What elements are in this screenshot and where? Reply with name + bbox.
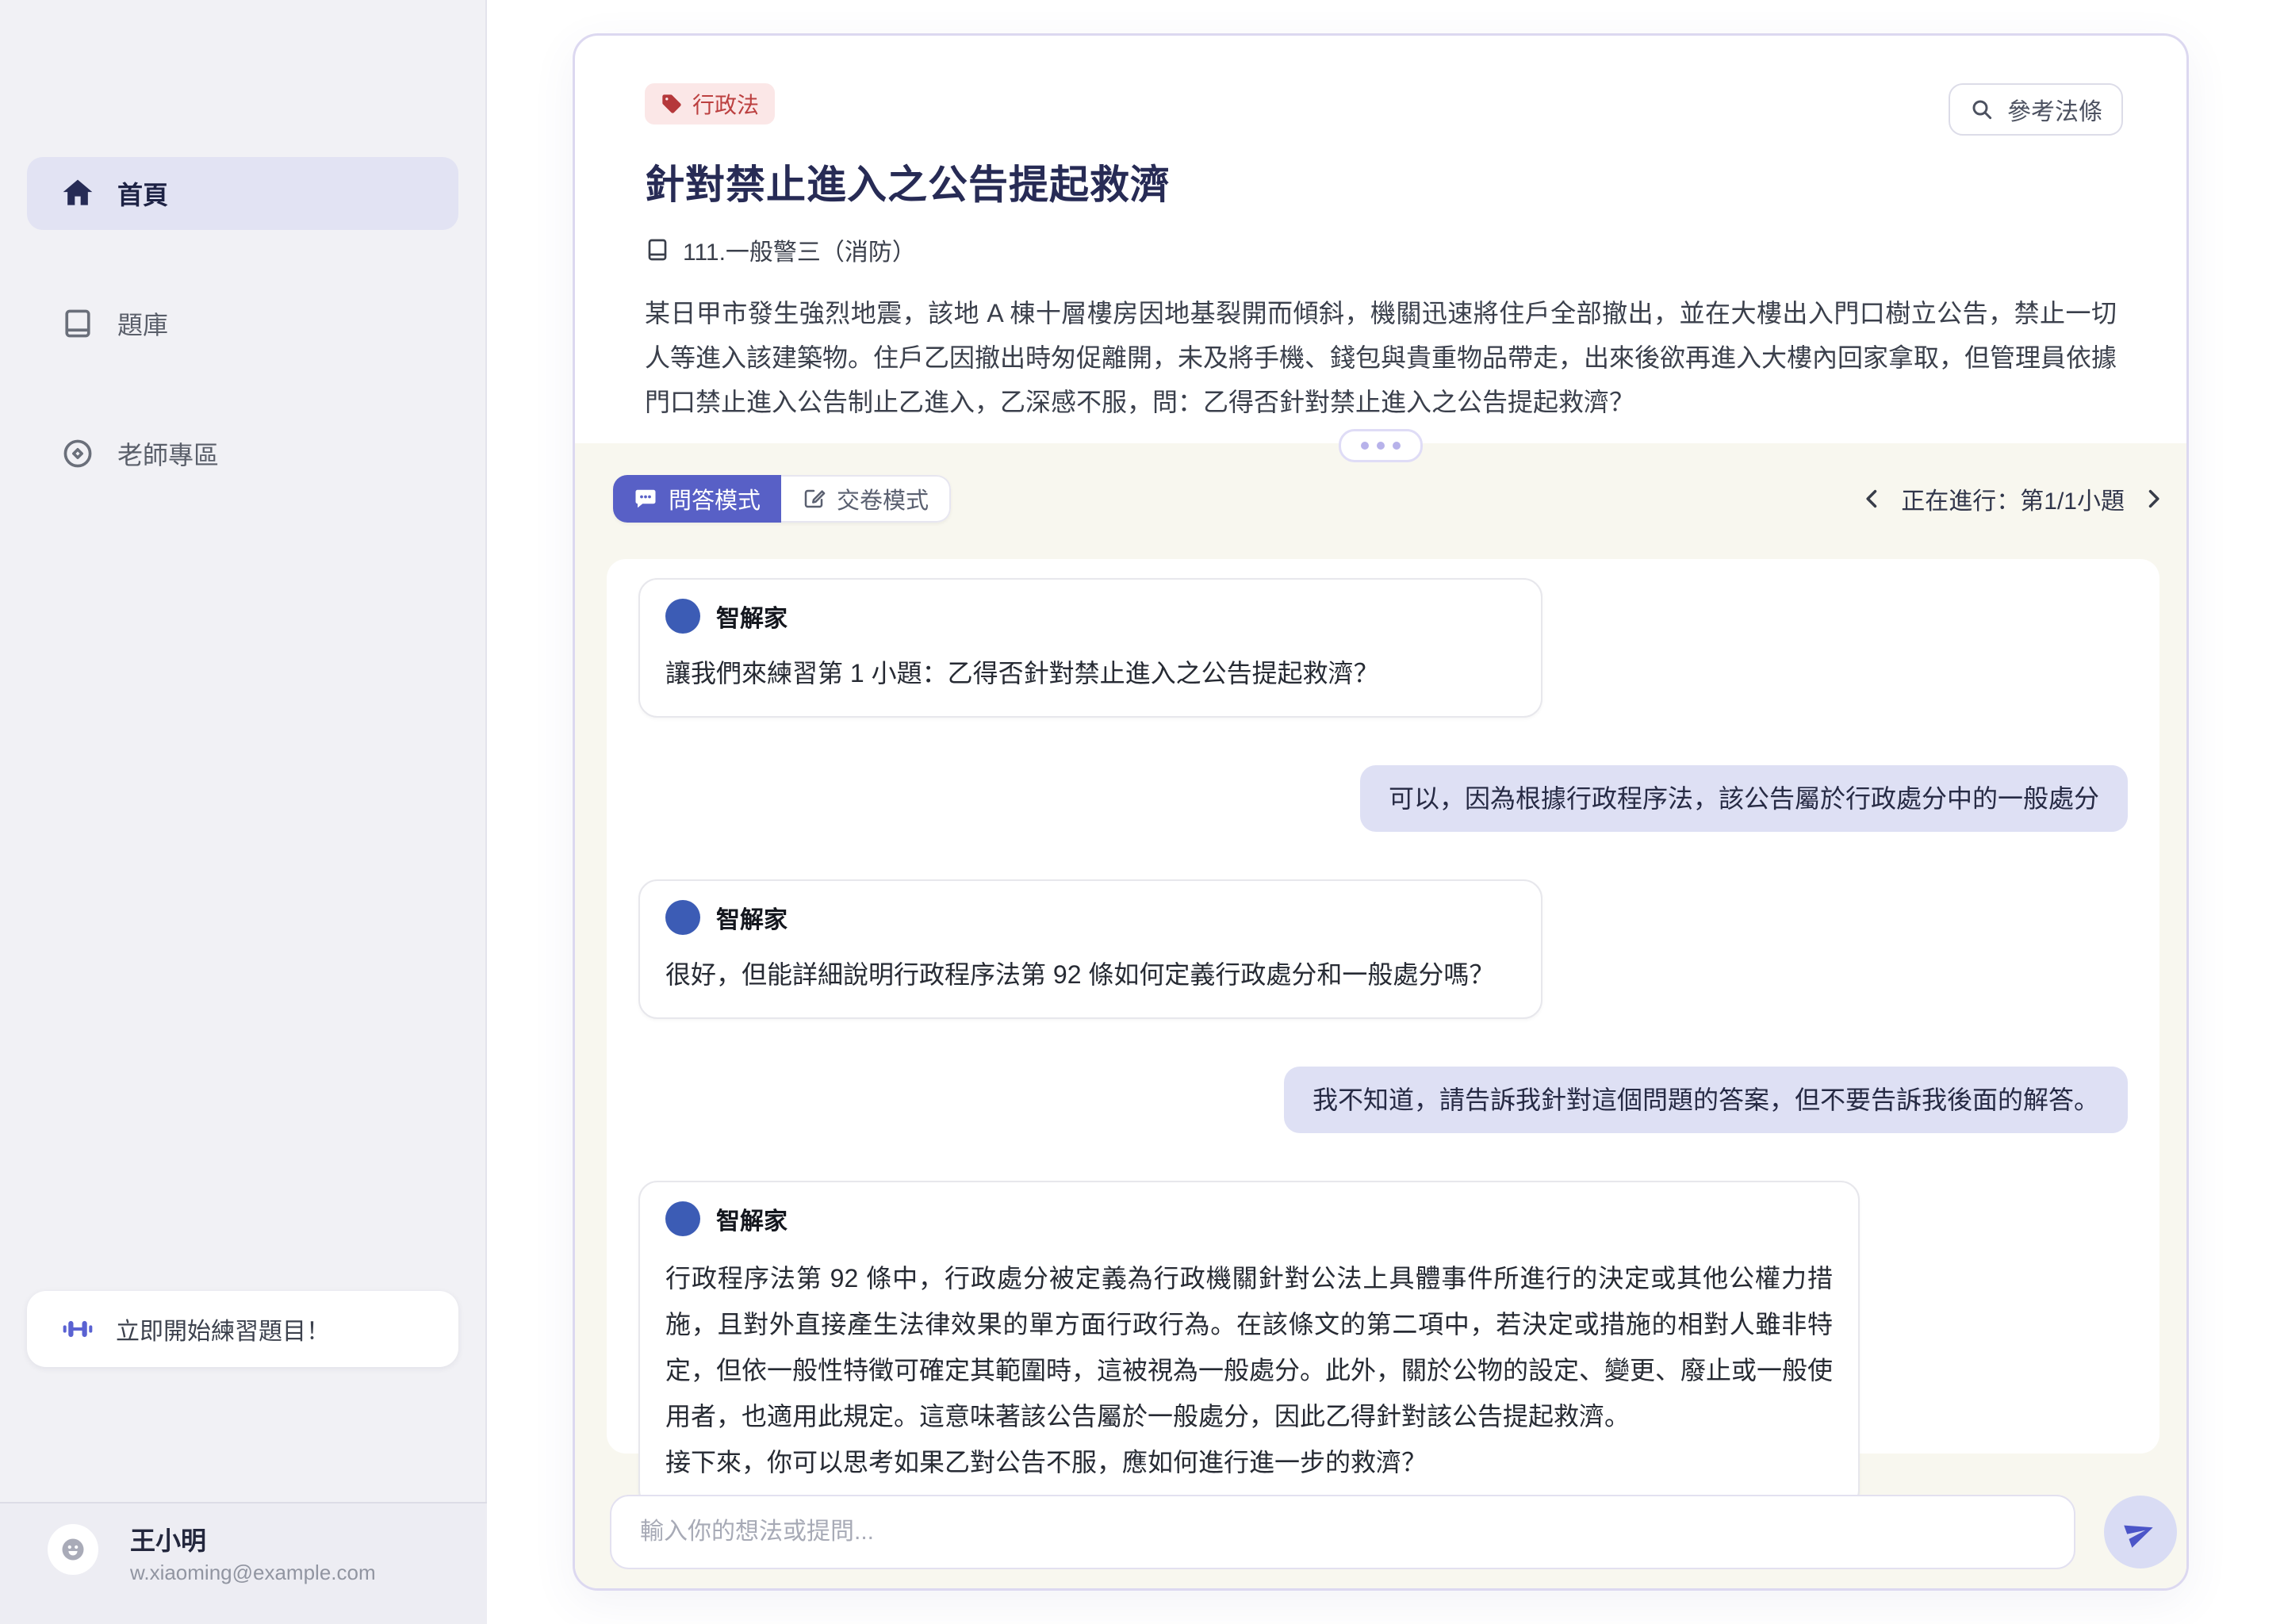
chevron-right-icon[interactable] xyxy=(2142,488,2164,510)
chevron-left-icon[interactable] xyxy=(1861,488,1884,510)
send-button[interactable] xyxy=(2104,1496,2177,1568)
collapse-dots-pill[interactable] xyxy=(1339,429,1423,462)
send-plane-icon xyxy=(2125,1516,2156,1548)
chat-input[interactable] xyxy=(610,1495,2075,1569)
dumbbell-icon xyxy=(60,1312,95,1346)
assistant-message: 智解家 很好，但能詳細說明行政程序法第 92 條如何定義行政處分和一般處分嗎？ xyxy=(638,879,1542,1019)
start-practice-label: 立即開始練習題目！ xyxy=(116,1312,330,1346)
exam-book-icon xyxy=(645,237,670,262)
reference-law-label: 參考法條 xyxy=(2007,92,2102,127)
composer xyxy=(610,1495,2177,1569)
question-body: 某日甲市發生強烈地震，該地 A 棟十層樓房因地基裂開而傾斜，機關迅速將住戶全部撤… xyxy=(645,291,2117,424)
question-title: 針對禁止進入之公告提起救濟 xyxy=(645,153,2117,210)
tab-submit-label: 交卷模式 xyxy=(837,482,929,515)
sidebar-item-teacher-zone[interactable]: 老師專區 xyxy=(27,417,458,490)
assistant-avatar xyxy=(665,1201,700,1236)
assistant-name: 智解家 xyxy=(716,1201,788,1236)
sidebar-item-label: 老師專區 xyxy=(117,435,219,472)
chat-bubble-icon xyxy=(634,487,657,511)
question-source: 111.一般警三（消防） xyxy=(645,232,2117,267)
chat-panel: 智解家 讓我們來練習第 1 小題：乙得否針對禁止進入之公告提起救濟？ 可以，因為… xyxy=(607,559,2159,1454)
assistant-name: 智解家 xyxy=(716,599,788,634)
sidebar-nav: 首頁 題庫 老師專區 xyxy=(0,0,485,490)
tag-icon xyxy=(661,93,683,115)
assistant-message: 智解家 行政程序法第 92 條中，行政處分被定義為行政機關針對公法上具體事件所進… xyxy=(638,1181,1860,1509)
home-icon xyxy=(60,176,95,211)
assistant-message: 智解家 讓我們來練習第 1 小題：乙得否針對禁止進入之公告提起救濟？ xyxy=(638,578,1542,718)
assistant-avatar xyxy=(665,900,700,935)
sidebar-item-label: 題庫 xyxy=(117,305,168,342)
sidebar-item-label: 首頁 xyxy=(117,175,168,212)
reference-law-button[interactable]: 參考法條 xyxy=(1949,83,2123,136)
edit-document-icon xyxy=(802,487,826,511)
teacher-badge-icon xyxy=(60,436,95,471)
progress-label: 正在進行：第1/1小題 xyxy=(1901,481,2125,516)
user-name: 王小明 xyxy=(130,1521,206,1557)
sidebar: 首頁 題庫 老師專區 立即開始練習題目！ 王小明 w.xiaoming@exam… xyxy=(0,0,487,1624)
tab-submit-mode[interactable]: 交卷模式 xyxy=(781,475,951,523)
book-icon xyxy=(60,306,95,341)
search-icon xyxy=(1969,97,1995,122)
user-section[interactable]: 王小明 w.xiaoming@example.com xyxy=(0,1502,487,1624)
question-card: 行政法 參考法條 針對禁止進入之公告提起救濟 111.一般警三（消防） 某日甲市… xyxy=(573,33,2189,1591)
avatar xyxy=(48,1524,98,1575)
assistant-header: 智解家 xyxy=(665,900,1516,935)
user-email: w.xiaoming@example.com xyxy=(130,1561,376,1585)
question-header: 行政法 參考法條 針對禁止進入之公告提起救濟 111.一般警三（消防） 某日甲市… xyxy=(575,36,2186,443)
assistant-name: 智解家 xyxy=(716,900,788,935)
tab-qa-label: 問答模式 xyxy=(669,482,761,515)
assistant-text: 行政程序法第 92 條中，行政處分被定義為行政機關針對公法上具體事件所進行的決定… xyxy=(665,1255,1833,1485)
subquestion-progress: 正在進行：第1/1小題 xyxy=(1861,475,2164,523)
user-message: 可以，因為根據行政程序法，該公告屬於行政處分中的一般處分 xyxy=(1360,765,2128,832)
sidebar-item-home[interactable]: 首頁 xyxy=(27,157,458,230)
sidebar-item-question-bank[interactable]: 題庫 xyxy=(27,287,458,360)
assistant-avatar xyxy=(665,599,700,634)
assistant-text: 很好，但能詳細說明行政程序法第 92 條如何定義行政處分和一般處分嗎？ xyxy=(665,954,1516,995)
user-message: 我不知道，請告訴我針對這個問題的答案，但不要告訴我後面的解答。 xyxy=(1284,1067,2128,1133)
assistant-header: 智解家 xyxy=(665,599,1516,634)
question-source-label: 111.一般警三（消防） xyxy=(683,232,916,267)
mode-tabs: 問答模式 交卷模式 xyxy=(613,475,951,523)
tab-qa-mode[interactable]: 問答模式 xyxy=(613,475,781,523)
assistant-header: 智解家 xyxy=(665,1201,1833,1236)
assistant-text: 讓我們來練習第 1 小題：乙得否針對禁止進入之公告提起救濟？ xyxy=(665,653,1516,694)
subject-badge-label: 行政法 xyxy=(692,88,759,120)
subject-badge: 行政法 xyxy=(645,83,775,124)
start-practice-button[interactable]: 立即開始練習題目！ xyxy=(27,1291,458,1367)
